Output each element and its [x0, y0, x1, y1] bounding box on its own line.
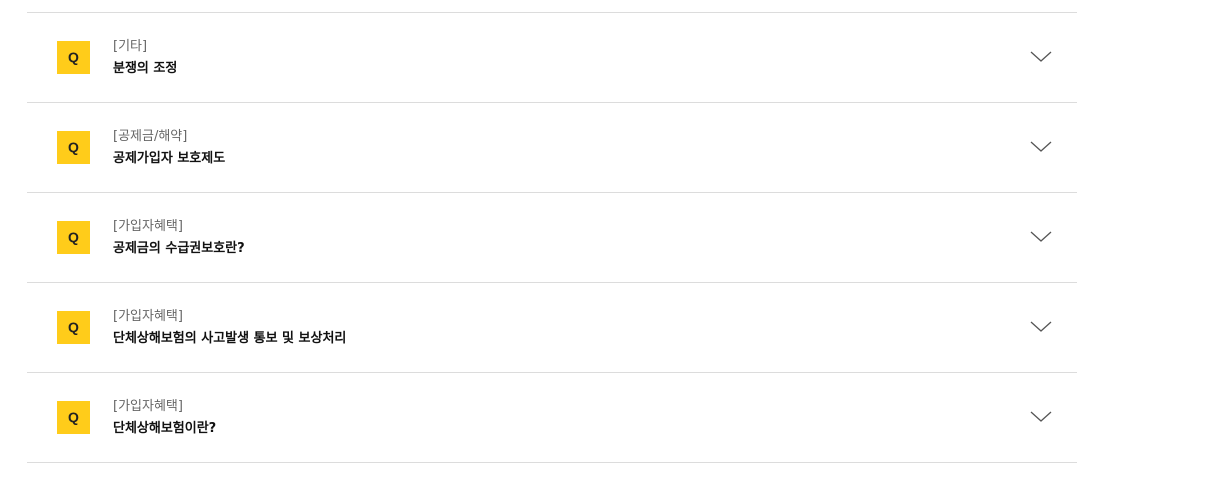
q-badge: Q	[57, 221, 90, 254]
faq-item[interactable]: Q [가입자혜택] 공제금의 수급권보호란?	[27, 193, 1077, 283]
chevron-down-icon[interactable]	[1030, 51, 1052, 63]
chevron-down-icon[interactable]	[1030, 141, 1052, 153]
faq-item[interactable]: Q [공제금/해약] 공제가입자 보호제도	[27, 103, 1077, 193]
q-badge: Q	[57, 41, 90, 74]
faq-list: Q [기타] 분쟁의 조정 Q [공제금/해약] 공제가입자 보호제도 Q [가…	[27, 12, 1077, 463]
faq-question[interactable]: 단체상해보험의 사고발생 통보 및 보상처리	[113, 329, 346, 348]
faq-item[interactable]: Q [가입자혜택] 단체상해보험의 사고발생 통보 및 보상처리	[27, 283, 1077, 373]
faq-question[interactable]: 공제금의 수급권보호란?	[113, 239, 245, 258]
faq-question[interactable]: 공제가입자 보호제도	[113, 149, 225, 168]
faq-item[interactable]: Q [가입자혜택] 단체상해보험이란?	[27, 373, 1077, 463]
chevron-down-icon[interactable]	[1030, 231, 1052, 243]
faq-category: [공제금/해약]	[113, 129, 188, 144]
faq-category: [가입자혜택]	[113, 309, 183, 324]
faq-question[interactable]: 단체상해보험이란?	[113, 419, 216, 438]
q-badge: Q	[57, 311, 90, 344]
faq-question[interactable]: 분쟁의 조정	[113, 59, 177, 78]
chevron-down-icon[interactable]	[1030, 411, 1052, 423]
q-badge: Q	[57, 401, 90, 434]
chevron-down-icon[interactable]	[1030, 321, 1052, 333]
q-badge: Q	[57, 131, 90, 164]
faq-category: [가입자혜택]	[113, 399, 183, 414]
faq-category: [기타]	[113, 39, 148, 54]
faq-category: [가입자혜택]	[113, 219, 183, 234]
faq-item[interactable]: Q [기타] 분쟁의 조정	[27, 13, 1077, 103]
